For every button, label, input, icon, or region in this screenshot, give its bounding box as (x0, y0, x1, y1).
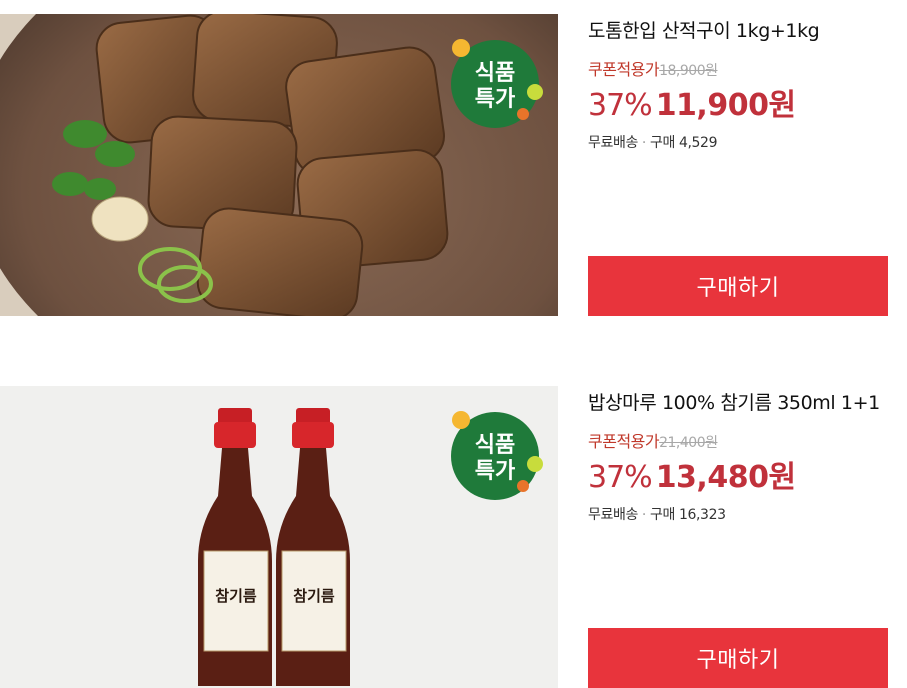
shipping-label: 무료배송 (588, 135, 638, 151)
coupon-price-row: 쿠폰적용가21,400원 (588, 428, 718, 452)
buy-button[interactable]: 구매하기 (588, 256, 888, 316)
product-title[interactable]: 밥상마루 100% 참기름 350ml 1+1 (588, 388, 880, 415)
food-sale-badge: 식품 특가 (451, 39, 543, 128)
bottle-label-right: 참기름 (293, 587, 335, 605)
sale-price: 11,900원 (655, 88, 796, 123)
product-image[interactable]: 식품 특가 (0, 14, 558, 316)
original-price: 18,900원 (659, 63, 718, 79)
separator-dot: · (641, 135, 646, 151)
badge-line2: 특가 (475, 459, 515, 484)
product-meta: 무료배송 · 구매 4,529 (588, 132, 717, 152)
discount-rate: 37% (588, 460, 653, 495)
product-card: 식품 특가 도톰한입 산적구이 1kg+1kg 쿠폰적용가18,900원 37%… (0, 14, 907, 316)
buy-button[interactable]: 구매하기 (588, 628, 888, 688)
separator-dot: · (641, 507, 646, 523)
purchase-count: 구매 16,323 (649, 507, 726, 523)
badge-line1: 식품 (475, 61, 515, 86)
coupon-price-row: 쿠폰적용가18,900원 (588, 56, 718, 80)
food-sale-badge: 식품 특가 (451, 411, 543, 500)
shipping-label: 무료배송 (588, 507, 638, 523)
purchase-count: 구매 4,529 (649, 135, 718, 151)
sale-price-row: 37% 13,480원 (588, 452, 796, 496)
original-price: 21,400원 (659, 435, 718, 451)
product-image[interactable]: 참기름 참기름 식품 특가 (0, 386, 558, 688)
coupon-label: 쿠폰적용가 (588, 432, 660, 451)
badge-line1: 식품 (475, 433, 515, 458)
product-title[interactable]: 도톰한입 산적구이 1kg+1kg (588, 16, 820, 43)
sale-price-row: 37% 11,900원 (588, 80, 796, 124)
bottle-label-left: 참기름 (215, 587, 257, 605)
sale-price: 13,480원 (655, 460, 796, 495)
badge-line2: 특가 (475, 87, 515, 112)
product-card: 참기름 참기름 식품 특가 밥상마루 100% 참기름 350ml 1+1 쿠폰… (0, 386, 907, 688)
discount-rate: 37% (588, 88, 653, 123)
coupon-label: 쿠폰적용가 (588, 60, 660, 79)
product-meta: 무료배송 · 구매 16,323 (588, 504, 726, 524)
